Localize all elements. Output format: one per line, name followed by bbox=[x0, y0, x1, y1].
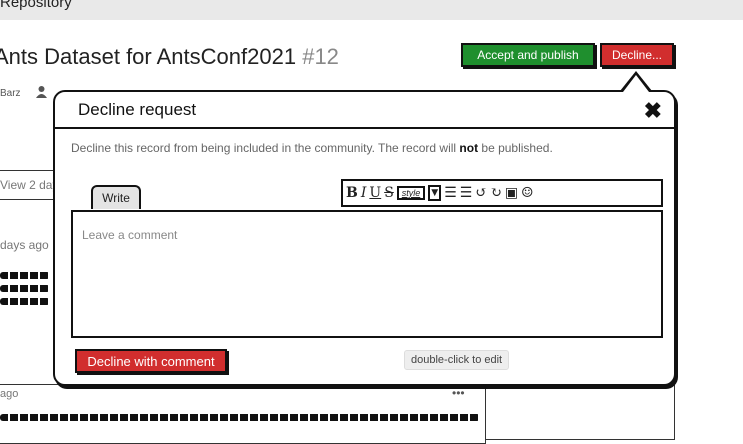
bullet-list-icon[interactable]: ☰ bbox=[444, 185, 457, 201]
comment-scribble bbox=[0, 285, 50, 292]
emoji-icon[interactable]: ☺ bbox=[521, 185, 534, 201]
undo-icon[interactable]: ↺ bbox=[475, 185, 487, 201]
popover-pointer-fill bbox=[623, 75, 649, 92]
edit-tooltip: double-click to edit bbox=[404, 350, 510, 370]
comment-placeholder: Leave a comment bbox=[82, 228, 178, 242]
user-icon bbox=[36, 86, 47, 101]
record-number: #12 bbox=[302, 44, 339, 69]
image-icon[interactable]: ▣ bbox=[505, 185, 518, 201]
comment-scribble bbox=[0, 272, 50, 279]
decline-modal: Decline request ✖ Decline this record fr… bbox=[53, 90, 676, 386]
ago-text: ago bbox=[0, 388, 19, 400]
comment-scribble bbox=[0, 414, 480, 421]
days-ago-text: days ago bbox=[0, 238, 49, 252]
modal-title: Decline request bbox=[78, 100, 197, 119]
italic-icon[interactable]: I bbox=[361, 185, 367, 201]
strikethrough-icon[interactable]: S bbox=[384, 185, 394, 201]
record-title: Ants Dataset for AntsConf2021 bbox=[0, 44, 297, 69]
chevron-down-icon[interactable]: ▼ bbox=[428, 185, 442, 201]
page-title: Ants Dataset for AntsConf2021 #12 bbox=[0, 44, 339, 70]
underline-icon[interactable]: U bbox=[369, 185, 381, 201]
more-options-icon[interactable]: ••• bbox=[452, 386, 465, 400]
style-dropdown[interactable]: style bbox=[396, 186, 426, 200]
numbered-list-icon[interactable]: ☰ bbox=[460, 185, 473, 201]
close-icon[interactable]: ✖ bbox=[644, 98, 662, 124]
modal-description: Decline this record from being included … bbox=[71, 141, 553, 155]
comment-scribble bbox=[0, 298, 50, 305]
comment-textarea[interactable]: Leave a comment bbox=[71, 210, 663, 338]
accept-publish-button[interactable]: Accept and publish bbox=[461, 43, 595, 67]
redo-icon[interactable]: ↻ bbox=[490, 185, 502, 201]
author-name: Barz bbox=[0, 88, 21, 99]
bold-icon[interactable]: B bbox=[346, 185, 358, 201]
decline-with-comment-button[interactable]: Decline with comment bbox=[75, 349, 227, 373]
top-bar: Repository bbox=[0, 0, 743, 20]
app-name: Repository bbox=[0, 0, 72, 11]
decline-button[interactable]: Decline... bbox=[600, 43, 674, 67]
tab-write[interactable]: Write bbox=[91, 185, 141, 209]
modal-divider bbox=[55, 127, 674, 129]
editor-toolbar: B I U S style ▼ ☰ ☰ ↺ ↻ ▣ ☺ bbox=[341, 179, 663, 207]
